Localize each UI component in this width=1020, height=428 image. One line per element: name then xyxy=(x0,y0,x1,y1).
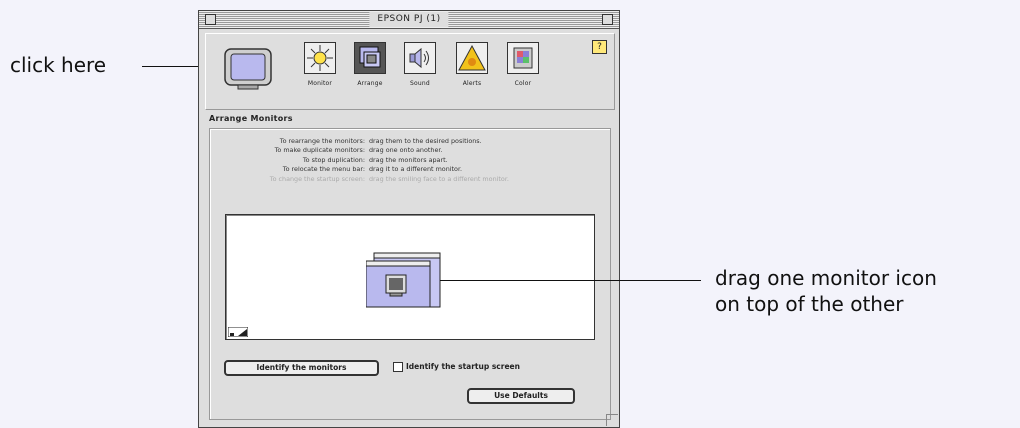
tool-sound-label: Sound xyxy=(410,80,430,87)
title-bar[interactable]: EPSON PJ (1) xyxy=(199,11,619,29)
window-title: EPSON PJ (1) xyxy=(369,12,449,27)
tool-alerts-label: Alerts xyxy=(462,80,482,87)
tool-color[interactable]: Color xyxy=(503,42,543,87)
leader-line-drag xyxy=(440,280,701,281)
instruction-how: drag the smiling face to a different mon… xyxy=(369,174,509,183)
instruction-row: To relocate the menu bar: drag it to a di… xyxy=(221,165,601,174)
identify-monitors-button[interactable]: Identify the monitors xyxy=(224,360,379,376)
instruction-action: To relocate the menu bar: xyxy=(282,165,365,174)
callout-drag-line-2: on top of the other xyxy=(715,292,904,316)
callout-drag-line-1: drag one monitor icon xyxy=(715,266,937,290)
arrange-monitors-icon xyxy=(354,42,386,74)
instruction-how: drag one onto another. xyxy=(369,146,443,155)
identify-startup-checkbox[interactable] xyxy=(393,362,403,372)
instruction-action: To stop duplication: xyxy=(302,155,365,164)
tool-monitor-label: Monitor xyxy=(307,80,333,87)
instruction-how: drag them to the desired positions. xyxy=(369,137,482,145)
identify-startup-label: Identify the startup screen xyxy=(406,362,520,371)
tool-color-label: Color xyxy=(514,80,532,87)
close-box[interactable] xyxy=(205,14,216,25)
sun-brightness-icon xyxy=(304,42,336,74)
callout-click-here: click here xyxy=(10,53,107,77)
instruction-how: drag the monitors apart. xyxy=(369,155,448,164)
tool-arrange-label: Arrange xyxy=(357,80,383,87)
alert-triangle-icon xyxy=(456,42,488,74)
stacked-monitor-icons[interactable] xyxy=(366,251,446,311)
large-monitor-icon xyxy=(224,48,272,90)
monitor-arrangement-area[interactable] xyxy=(225,214,595,340)
speaker-icon xyxy=(404,42,436,74)
instruction-row: To stop duplication: drag the monitors ap… xyxy=(221,156,601,165)
instruction-row: To change the startup screen: drag the sm… xyxy=(221,175,601,184)
tool-monitor[interactable]: Monitor xyxy=(300,42,340,87)
section-title: Arrange Monitors xyxy=(209,114,293,123)
instructions: To rearrange the monitors: drag them to t… xyxy=(221,137,601,184)
identify-startup-checkbox-row[interactable]: Identify the startup screen xyxy=(393,362,520,372)
instruction-how: drag it to a different monitor. xyxy=(369,165,463,174)
callout-drag-monitor: drag one monitor icon on top of the othe… xyxy=(715,265,937,317)
collapse-box[interactable] xyxy=(602,14,613,25)
instruction-row: To rearrange the monitors: drag them to t… xyxy=(221,137,601,146)
monitors-control-panel-window: EPSON PJ (1) Monitor Arrange Sound Alert… xyxy=(198,10,620,428)
tool-alerts[interactable]: Alerts xyxy=(452,42,492,87)
help-icon[interactable]: ? xyxy=(592,40,607,54)
color-swatch-icon xyxy=(507,42,539,74)
toolbar: Monitor Arrange Sound Alerts Color ? xyxy=(205,33,615,110)
instruction-action: To rearrange the monitors: xyxy=(279,137,365,145)
instruction-action: To change the startup screen: xyxy=(269,174,365,183)
instruction-row: To make duplicate monitors: drag one onto… xyxy=(221,146,601,155)
use-defaults-button[interactable]: Use Defaults xyxy=(467,388,575,404)
tool-sound[interactable]: Sound xyxy=(400,42,440,87)
tool-arrange[interactable]: Arrange xyxy=(350,42,390,87)
resize-grip-icon[interactable] xyxy=(606,414,618,426)
instruction-action: To make duplicate monitors: xyxy=(274,146,365,155)
scale-control-icon[interactable] xyxy=(228,327,248,337)
